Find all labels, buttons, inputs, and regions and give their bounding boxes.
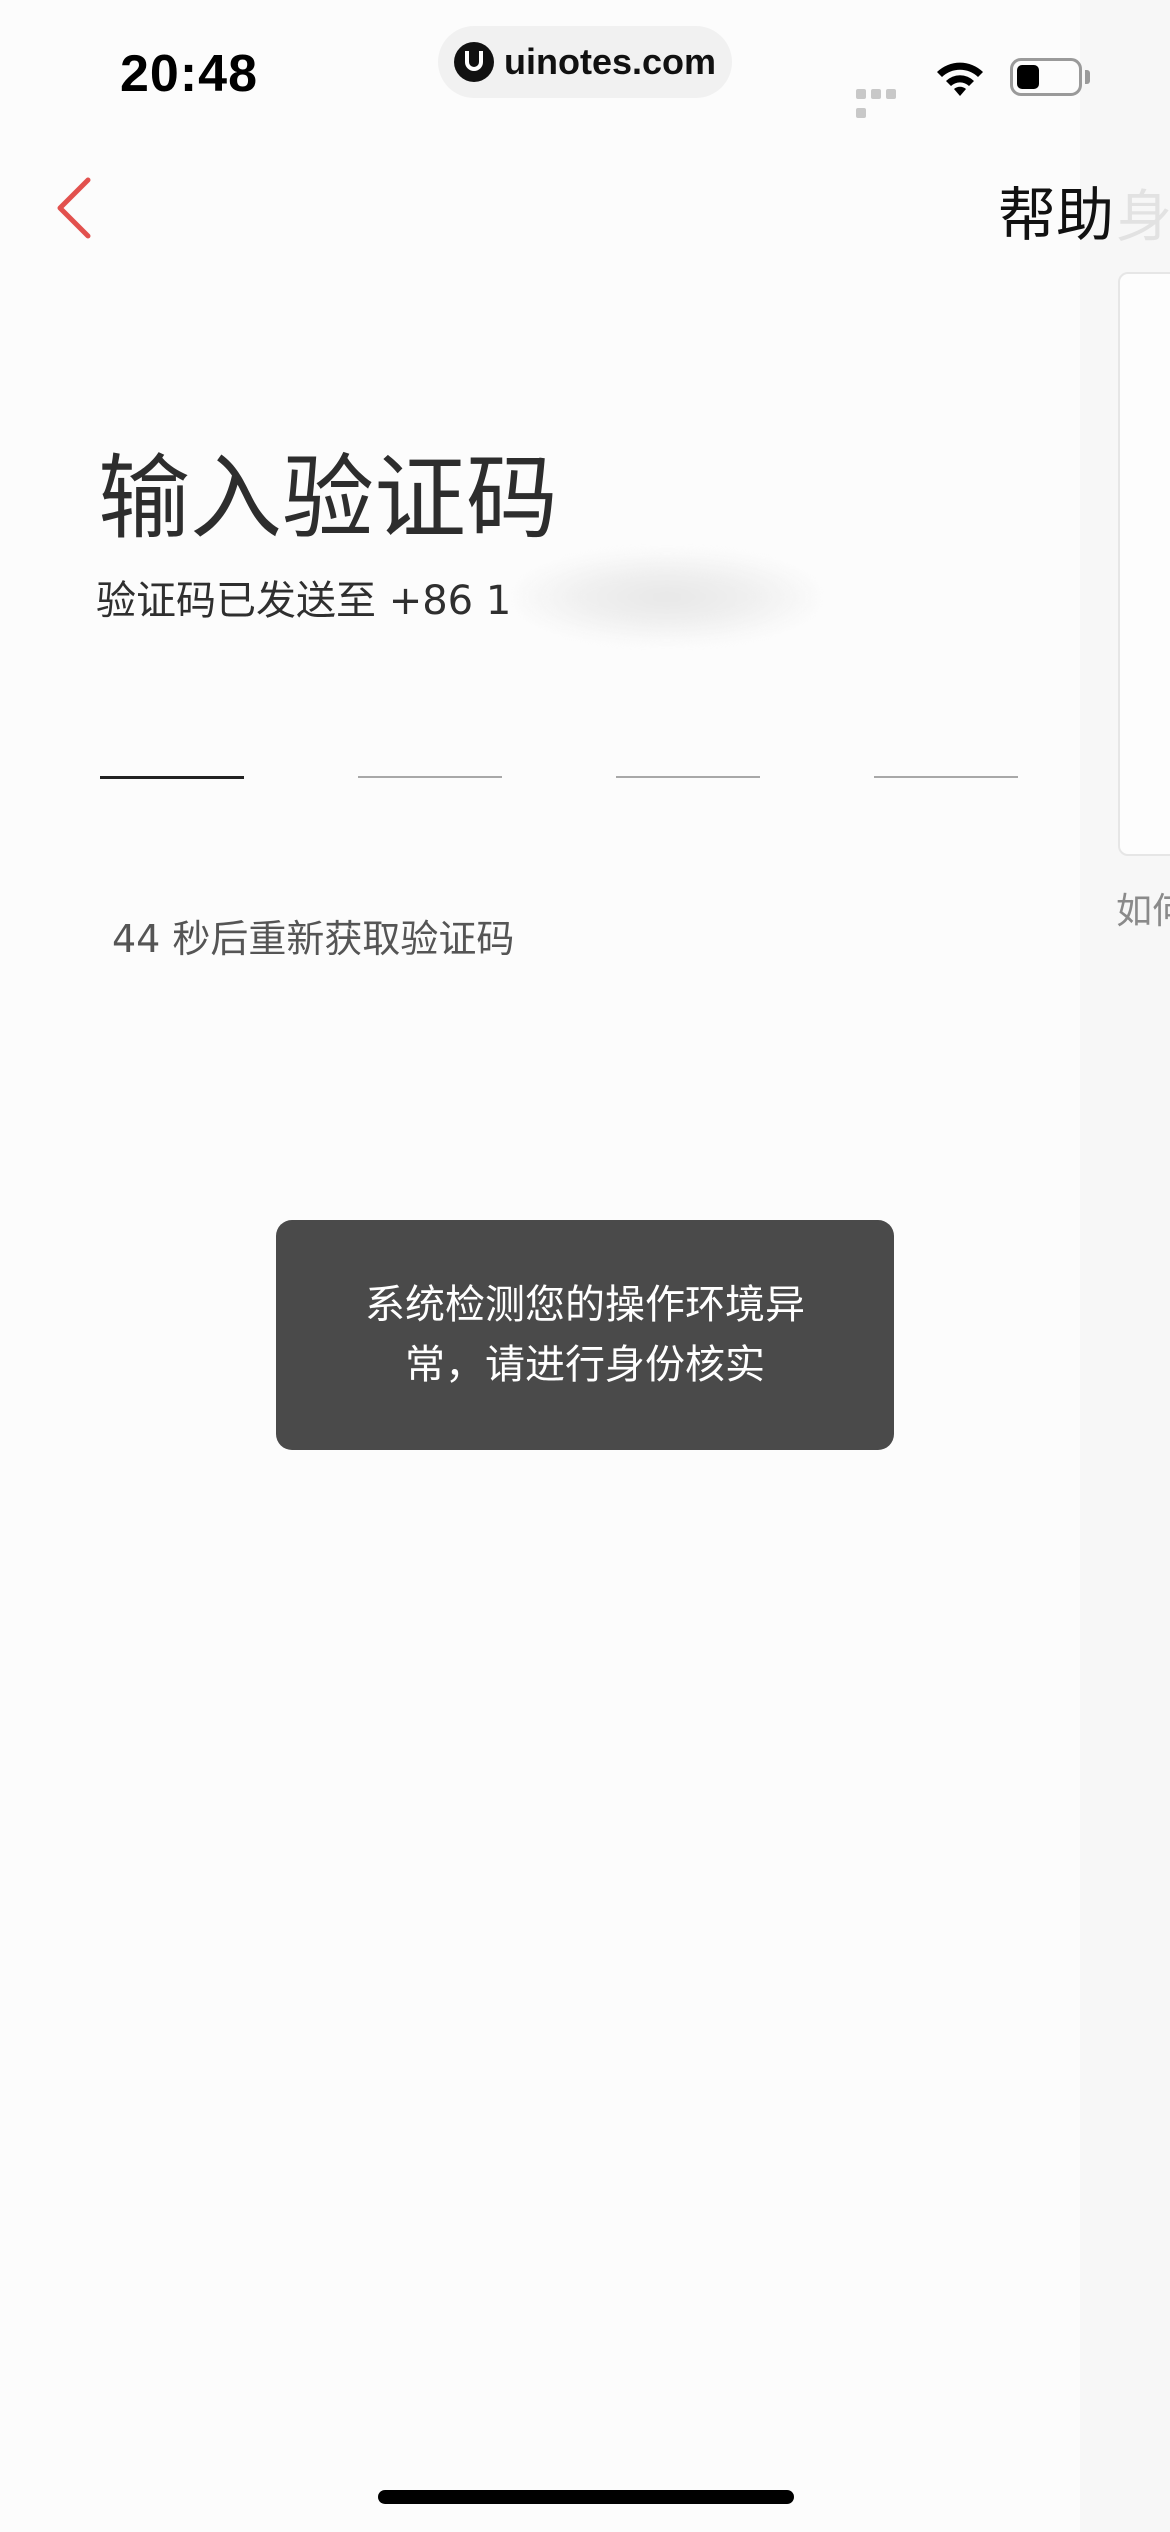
side-panel-card[interactable] bbox=[1118, 272, 1170, 856]
side-panel-text: 如何 bbox=[1116, 891, 1170, 932]
url-text: uinotes.com bbox=[503, 41, 717, 82]
sent-to-text: 验证码已发送至 +86 1 bbox=[96, 578, 512, 624]
back-button[interactable] bbox=[40, 166, 110, 250]
code-slot-3[interactable] bbox=[616, 776, 760, 778]
code-slot-4[interactable] bbox=[874, 776, 1018, 778]
help-button[interactable]: 帮助 bbox=[998, 168, 1114, 252]
page-title: 输入验证码 bbox=[98, 445, 559, 552]
wifi-icon bbox=[937, 62, 983, 96]
battery-level bbox=[1017, 65, 1039, 89]
phone-number-blur bbox=[517, 552, 818, 642]
battery-icon bbox=[1010, 58, 1082, 96]
url-pill[interactable]: uinotes.com bbox=[438, 26, 732, 98]
code-slot-2[interactable] bbox=[358, 776, 502, 778]
home-indicator[interactable] bbox=[378, 2490, 794, 2504]
sent-to-row: 验证码已发送至 +86 1 bbox=[96, 552, 818, 642]
toast-message: 系统检测您的操作环境异 常，请进行身份核实 bbox=[276, 1220, 894, 1450]
help-ghost-text: 身份 bbox=[1116, 185, 1170, 250]
resend-countdown: 44 秒后重新获取验证码 bbox=[112, 917, 515, 961]
chevron-left-icon bbox=[57, 177, 91, 239]
toast-line-1: 系统检测您的操作环境异 bbox=[365, 1282, 805, 1328]
code-slot-1[interactable] bbox=[100, 776, 244, 779]
site-logo-icon bbox=[453, 42, 494, 82]
signal-icon bbox=[856, 84, 914, 118]
status-time: 20:48 bbox=[120, 45, 258, 103]
toast-line-2: 常，请进行身份核实 bbox=[405, 1342, 765, 1388]
battery-cap bbox=[1085, 70, 1090, 84]
